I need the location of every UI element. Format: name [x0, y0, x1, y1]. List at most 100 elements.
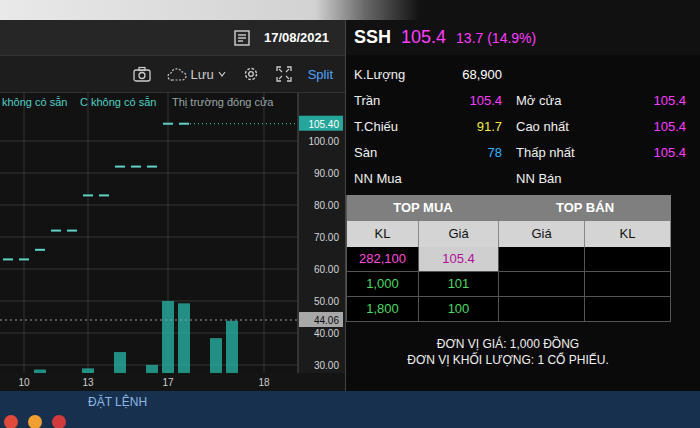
reference-line [0, 320, 298, 321]
column-header: Giá [419, 221, 499, 247]
sell-price[interactable] [499, 247, 585, 272]
x-axis: 10131718 [0, 373, 345, 391]
book-title: TOP MUA [347, 195, 499, 221]
browser-strip [0, 0, 700, 20]
volume-bar [146, 365, 158, 373]
price-chart[interactable]: không có sẵnC không có sẵnThị trường đón… [0, 93, 345, 373]
y-tick: 100.00 [308, 136, 339, 147]
unit-notes: ĐƠN VỊ GIÁ: 1,000 ĐỒNGĐƠN VỊ KHỐI LƯỢNG:… [346, 322, 670, 368]
grid-line [0, 173, 298, 174]
stat-row: NN Mua NN Bán [354, 165, 700, 191]
column-header: KL [585, 221, 671, 247]
book-title: TOP BÁN [499, 195, 671, 221]
price-mark [3, 258, 13, 260]
y-tick: 90.00 [314, 168, 339, 179]
app-icon[interactable] [28, 415, 42, 428]
buy-volume: 1,800 [347, 297, 419, 322]
grid-line [0, 237, 298, 238]
stat-label: NN Mua [354, 171, 424, 186]
camera-icon[interactable] [133, 66, 151, 82]
sheet-icon[interactable] [234, 30, 250, 46]
price-mark [99, 194, 109, 196]
caret-icon [218, 71, 226, 77]
last-price-tag [299, 116, 343, 131]
column-header: Giá [499, 221, 585, 247]
stat-label: Thấp nhất [516, 145, 600, 160]
quote-change: 13.7 (14.9%) [456, 30, 536, 46]
grid-line [0, 141, 298, 142]
price-mark [19, 258, 29, 260]
app-icon[interactable] [52, 415, 66, 428]
stat-row: T.Chiếu 91.7 Cao nhất 105.4 [354, 113, 700, 139]
quote-info: K.Lượng 68,900 Trần 105.4 Mở cửa 105.4T.… [346, 55, 700, 195]
grid-line [88, 93, 89, 373]
buy-price[interactable]: 100 [419, 297, 499, 322]
grid-line [24, 93, 25, 373]
order-button[interactable]: ĐẶT LỆNH [88, 395, 700, 409]
price-mark [35, 249, 45, 251]
buy-price[interactable]: 105.4 [419, 247, 499, 272]
sell-volume [585, 297, 671, 322]
sell-price[interactable] [499, 297, 585, 322]
y-tick: 60.00 [314, 264, 339, 275]
grid-line [264, 93, 265, 373]
stat-label: Mở cửa [516, 93, 600, 108]
stat-value: 105.4 [600, 93, 700, 108]
legend-label: C không có sẵn [80, 96, 156, 108]
reference-price-tag-label: 44.06 [314, 315, 339, 326]
stat-row: Trần 105.4 Mở cửa 105.4 [354, 87, 700, 113]
stat-label: Cao nhất [516, 119, 600, 134]
price-mark [51, 230, 61, 232]
volume-bar [178, 303, 190, 373]
volume-row: K.Lượng 68,900 [354, 61, 700, 87]
volume-bar [210, 338, 222, 373]
volume-bar [82, 368, 94, 373]
y-tick: 50.00 [314, 296, 339, 307]
stat-label: T.Chiếu [354, 119, 424, 134]
buy-volume: 1,000 [347, 272, 419, 297]
symbol: SSH [354, 27, 391, 48]
app-icon[interactable] [4, 415, 18, 428]
grid-line [0, 301, 298, 302]
unit-note: ĐƠN VỊ GIÁ: 1,000 ĐỒNG [346, 336, 670, 352]
quote-header: SSH 105.4 13.7 (14.9%) [346, 20, 700, 55]
save-button[interactable]: Lưu [167, 67, 226, 82]
last-price-line [190, 123, 298, 124]
quote-price: 105.4 [401, 27, 446, 48]
stat-label: Sàn [354, 145, 424, 160]
sell-volume [585, 247, 671, 272]
trading-screen: 17/08/2021 Lưu Split không có sẵnC không… [0, 0, 700, 428]
price-mark [163, 123, 173, 125]
taskbar [4, 415, 700, 428]
column-header: KL [347, 221, 419, 247]
gear-icon[interactable] [242, 65, 260, 83]
expand-icon[interactable] [276, 66, 292, 82]
stat-row: Sàn 78 Thấp nhất 105.4 [354, 139, 700, 165]
date-bar: 17/08/2021 [0, 20, 345, 55]
x-tick: 10 [18, 377, 30, 388]
x-tick: 18 [258, 377, 270, 388]
date-label: 17/08/2021 [264, 30, 329, 45]
y-tick: 40.00 [314, 328, 339, 339]
price-mark [67, 230, 77, 232]
stat-value: 105.4 [600, 119, 700, 134]
stat-value: 105.4 [600, 145, 700, 160]
sell-price[interactable] [499, 272, 585, 297]
x-tick: 13 [82, 377, 94, 388]
stat-label: NN Bán [516, 171, 600, 186]
stat-value: 91.7 [424, 119, 516, 134]
chart-toolbar: Lưu Split [0, 55, 345, 93]
y-tick: 80.00 [314, 200, 339, 211]
stat-value: 68,900 [424, 67, 516, 82]
volume-bar [114, 352, 126, 373]
legend-label: Thị trường đóng cửa [172, 96, 274, 108]
stat-label: Trần [354, 93, 424, 108]
buy-volume: 282,100 [347, 247, 419, 272]
price-mark [131, 166, 141, 168]
buy-price[interactable]: 101 [419, 272, 499, 297]
y-tick: 30.00 [314, 360, 339, 371]
price-mark [147, 166, 157, 168]
split-button[interactable]: Split [308, 67, 333, 82]
price-mark [83, 194, 93, 196]
bottom-bar: ĐẶT LỆNH [0, 391, 700, 428]
